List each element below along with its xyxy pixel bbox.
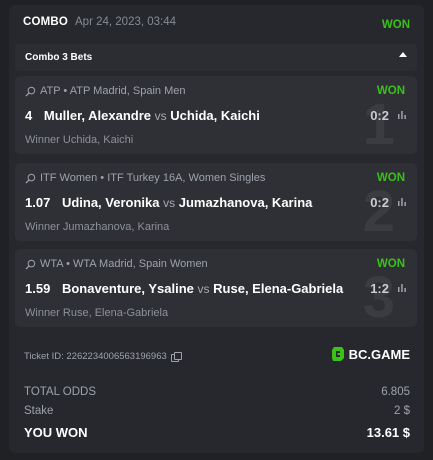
- bet-item: 2 ITF Women • ITF Turkey 16A, Women Sing…: [15, 163, 417, 241]
- copy-icon[interactable]: [170, 352, 182, 362]
- bet-odds: 1.59: [25, 281, 51, 296]
- bc-game-logo-icon: [331, 347, 344, 361]
- ticket-id-text: Ticket ID: 2262234006563196963: [24, 351, 167, 362]
- bet-match: 1.59 Bonaventure, Ysaline vs Ruse, Elena…: [25, 281, 343, 296]
- ticket-id: Ticket ID: 2262234006563196963: [24, 351, 182, 362]
- bet-status-badge: WON: [376, 85, 405, 97]
- bet-match: 1.07 Udina, Veronika vs Jumazhanova, Kar…: [25, 195, 312, 210]
- bet-winner: Winner Uchida, Kaichi: [25, 134, 134, 146]
- player-2: Jumazhanova, Karina: [178, 195, 313, 210]
- match-score: 0:2: [370, 195, 389, 210]
- combo-label: Combo 3 Bets: [25, 52, 93, 63]
- bet-odds: 1.07: [25, 195, 51, 210]
- total-odds-label: TOTAL ODDS: [24, 386, 96, 398]
- bet-odds: 4: [25, 108, 33, 123]
- brand-logo: BC.GAME: [331, 346, 410, 362]
- chevron-up-icon: [399, 52, 407, 57]
- bet-item: 3 WTA • WTA Madrid, Spain Women WON 1.59…: [15, 249, 417, 327]
- league-name: WTA • WTA Madrid, Spain Women: [40, 258, 208, 270]
- stake-label: Stake: [24, 405, 54, 417]
- bet-status-badge: WON: [376, 258, 405, 270]
- slip-status-badge: WON: [381, 19, 410, 31]
- player-1: Muller, Alexandre: [43, 108, 152, 123]
- player-2: Uchida, Kaichi: [170, 108, 260, 123]
- winnings-value: 13.61 $: [366, 425, 410, 440]
- combo-toggle[interactable]: Combo 3 Bets: [15, 44, 417, 71]
- bar-chart-icon[interactable]: [397, 283, 407, 293]
- bet-league: ITF Women • ITF Turkey 16A, Women Single…: [25, 172, 265, 184]
- total-odds-value: 6.805: [381, 386, 410, 398]
- player-1: Bonaventure, Ysaline: [61, 281, 194, 296]
- player-2: Ruse, Elena-Gabriela: [213, 281, 344, 296]
- slip-header: COMBO Apr 24, 2023, 03:44 WON: [9, 5, 424, 41]
- bet-winner: Winner Ruse, Elena-Gabriela: [25, 307, 169, 319]
- league-name: ITF Women • ITF Turkey 16A, Women Single…: [40, 172, 266, 184]
- league-name: ATP • ATP Madrid, Spain Men: [40, 85, 186, 97]
- vs-label: vs: [163, 196, 176, 210]
- bet-index-number: 2: [362, 179, 395, 241]
- bet-item: 1 ATP • ATP Madrid, Spain Men WON 4 Mull…: [15, 76, 417, 154]
- bet-index-number: 1: [362, 92, 395, 154]
- bar-chart-icon[interactable]: [397, 197, 407, 207]
- stake-value: 2 $: [394, 405, 410, 417]
- tennis-racket-icon: [25, 259, 36, 270]
- tennis-racket-icon: [25, 86, 36, 97]
- bet-league: ATP • ATP Madrid, Spain Men: [25, 85, 186, 97]
- bet-match: 4 Muller, Alexandre vs Uchida, Kaichi: [25, 108, 260, 123]
- bet-slip-card: COMBO Apr 24, 2023, 03:44 WON Combo 3 Be…: [9, 5, 424, 453]
- bar-chart-icon[interactable]: [397, 110, 407, 120]
- tennis-racket-icon: [25, 173, 36, 184]
- match-score: 1:2: [370, 281, 389, 296]
- bet-index-number: 3: [362, 265, 395, 327]
- bet-winner: Winner Jumazhanova, Karina: [25, 221, 170, 233]
- winnings-label: YOU WON: [24, 425, 88, 440]
- match-score: 0:2: [370, 108, 389, 123]
- vs-label: vs: [197, 282, 210, 296]
- bet-status-badge: WON: [376, 172, 405, 184]
- bet-date: Apr 24, 2023, 03:44: [75, 16, 177, 28]
- vs-label: vs: [154, 109, 167, 123]
- bet-league: WTA • WTA Madrid, Spain Women: [25, 258, 208, 270]
- brand-name: BC.GAME: [348, 346, 410, 362]
- player-1: Udina, Veronika: [61, 195, 160, 210]
- bet-type-title: COMBO: [23, 16, 69, 28]
